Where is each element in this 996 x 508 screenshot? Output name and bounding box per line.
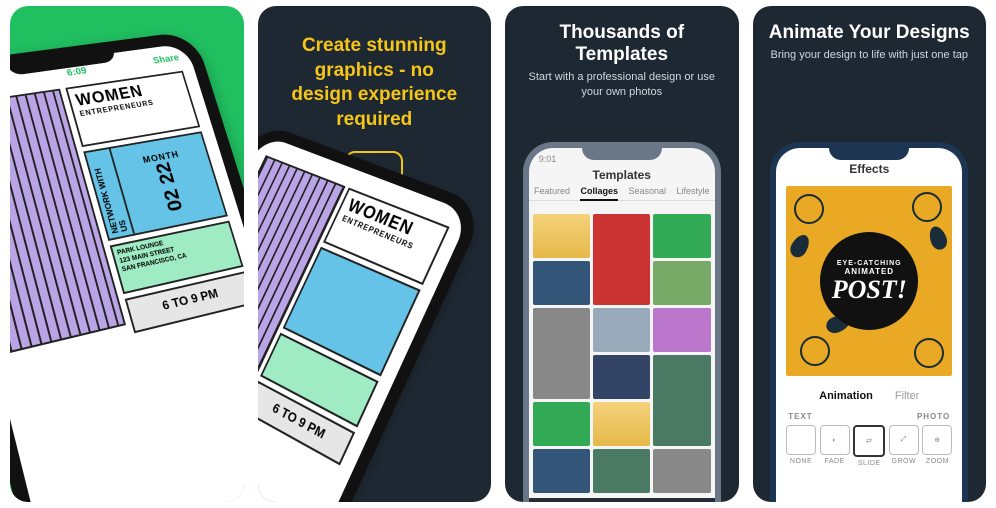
template-thumb[interactable] xyxy=(533,308,590,399)
option-labels: TEXT PHOTO xyxy=(776,402,962,423)
tab-lifestyle[interactable]: Lifestyle xyxy=(676,186,709,196)
effects-segment: Animation Filter xyxy=(776,390,962,402)
template-thumb[interactable] xyxy=(593,402,650,446)
bottom-nav: Templates + My Posts xyxy=(529,498,715,502)
phone-mockup: Effects EYE-CATCHING ANIMATED POST! xyxy=(770,142,968,502)
category-tabs: Featured Collages Seasonal Lifestyle xyxy=(529,186,715,201)
panel-subtitle: Bring your design to life with just one … xyxy=(763,48,977,63)
app-store-screenshot-gallery: ‹ My Posts 6:09 Share WOMEN ENTREPRENEUR… xyxy=(0,0,996,508)
screenshot-panel-4: Animate Your Designs Bring your design t… xyxy=(753,6,987,502)
poster-badge: EYE-CATCHING ANIMATED POST! xyxy=(820,232,918,330)
slide-icon: ⇄ xyxy=(853,425,885,457)
template-thumb[interactable] xyxy=(653,214,710,258)
template-thumb[interactable] xyxy=(653,261,710,305)
tab-seasonal[interactable]: Seasonal xyxy=(628,186,666,196)
opt-none[interactable]: NONE xyxy=(786,425,816,467)
panel-headline: Create stunning graphics - no design exp… xyxy=(258,6,492,147)
template-thumb[interactable] xyxy=(593,308,650,352)
screenshot-panel-3: Thousands of Templates Start with a prof… xyxy=(505,6,739,502)
zoom-icon: ⊕ xyxy=(922,425,952,455)
leaf-icon xyxy=(787,232,813,261)
panel-title: Thousands of Templates xyxy=(517,22,727,66)
tool-design[interactable]: ✦Design xyxy=(150,498,243,502)
phone-mockup: ‹ My Posts 6:09 Share WOMEN ENTREPRENEUR… xyxy=(10,30,244,502)
share-button[interactable]: Share xyxy=(152,53,180,66)
template-thumb[interactable] xyxy=(653,449,710,493)
badge-line1: EYE-CATCHING xyxy=(837,260,902,267)
seg-filter[interactable]: Filter xyxy=(895,390,919,402)
panel-header: Animate Your Designs Bring your design t… xyxy=(753,6,987,65)
opt-slide[interactable]: ⇄SLIDE xyxy=(853,425,885,467)
design-canvas: WOMEN ENTREPRENEURS 6 TO 9 PM xyxy=(258,155,450,456)
template-thumb[interactable] xyxy=(653,308,710,352)
template-thumb[interactable] xyxy=(593,214,650,305)
template-thumb[interactable] xyxy=(593,355,650,399)
phone-screen: 9:01 Templates Featured Collages Seasona… xyxy=(529,148,715,502)
screenshot-panel-1: ‹ My Posts 6:09 Share WOMEN ENTREPRENEUR… xyxy=(10,6,244,502)
doodle-icon xyxy=(912,192,942,222)
opt-grow[interactable]: ⤢GROW xyxy=(889,425,919,467)
panel-header: Thousands of Templates Start with a prof… xyxy=(505,6,739,102)
phone-mockup: 9:01 Templates Featured Collages Seasona… xyxy=(523,142,721,502)
phone-screen: ‹ My Posts 6:09 Share WOMEN ENTREPRENEUR… xyxy=(10,43,244,502)
none-icon xyxy=(786,425,816,455)
seg-animation[interactable]: Animation xyxy=(819,390,873,402)
editor-toolbar: +Add ✦Design Palette �懶Resize ▦Layout ◑E… xyxy=(59,472,244,502)
grow-icon: ⤢ xyxy=(889,425,919,455)
fade-icon: ◐ xyxy=(820,425,850,455)
phone-notch xyxy=(582,142,662,160)
label-photo: PHOTO xyxy=(917,412,950,421)
opt-fade[interactable]: ◐FADE xyxy=(820,425,850,467)
template-thumb[interactable] xyxy=(533,261,590,305)
panel-title: Animate Your Designs xyxy=(763,22,977,44)
doodle-icon xyxy=(914,338,944,368)
phone-notch xyxy=(829,142,909,160)
opt-zoom[interactable]: ⊕ZOOM xyxy=(922,425,952,467)
screen-title: Templates xyxy=(529,166,715,186)
template-thumb[interactable] xyxy=(653,355,710,446)
template-thumb[interactable] xyxy=(533,449,590,493)
leaf-icon xyxy=(927,224,950,252)
design-canvas[interactable]: WOMEN ENTREPRENEURS NETWORK WITH US MONT… xyxy=(10,71,244,354)
phone-mockup-angled: WOMEN ENTREPRENEURS 6 TO 9 PM xyxy=(258,122,487,502)
template-thumb[interactable] xyxy=(533,214,590,258)
phone-screen: WOMEN ENTREPRENEURS 6 TO 9 PM xyxy=(258,135,471,502)
animation-options: NONE ◐FADE ⇄SLIDE ⤢GROW ⊕ZOOM xyxy=(776,423,962,467)
label-text: TEXT xyxy=(788,412,812,421)
screenshot-panel-2: Create stunning graphics - no design exp… xyxy=(258,6,492,502)
tool-palette[interactable]: Palette xyxy=(235,472,244,502)
animated-poster[interactable]: EYE-CATCHING ANIMATED POST! xyxy=(786,186,952,376)
badge-line3: POST! xyxy=(832,278,907,303)
doodle-icon xyxy=(794,194,824,224)
panel-subtitle: Start with a professional design or use … xyxy=(517,70,727,100)
template-thumb[interactable] xyxy=(533,402,590,446)
template-grid[interactable] xyxy=(533,214,711,498)
doodle-icon xyxy=(800,336,830,366)
phone-screen: Effects EYE-CATCHING ANIMATED POST! xyxy=(776,148,962,502)
tab-collages[interactable]: Collages xyxy=(580,186,618,201)
template-thumb[interactable] xyxy=(593,449,650,493)
tab-featured[interactable]: Featured xyxy=(534,186,570,196)
